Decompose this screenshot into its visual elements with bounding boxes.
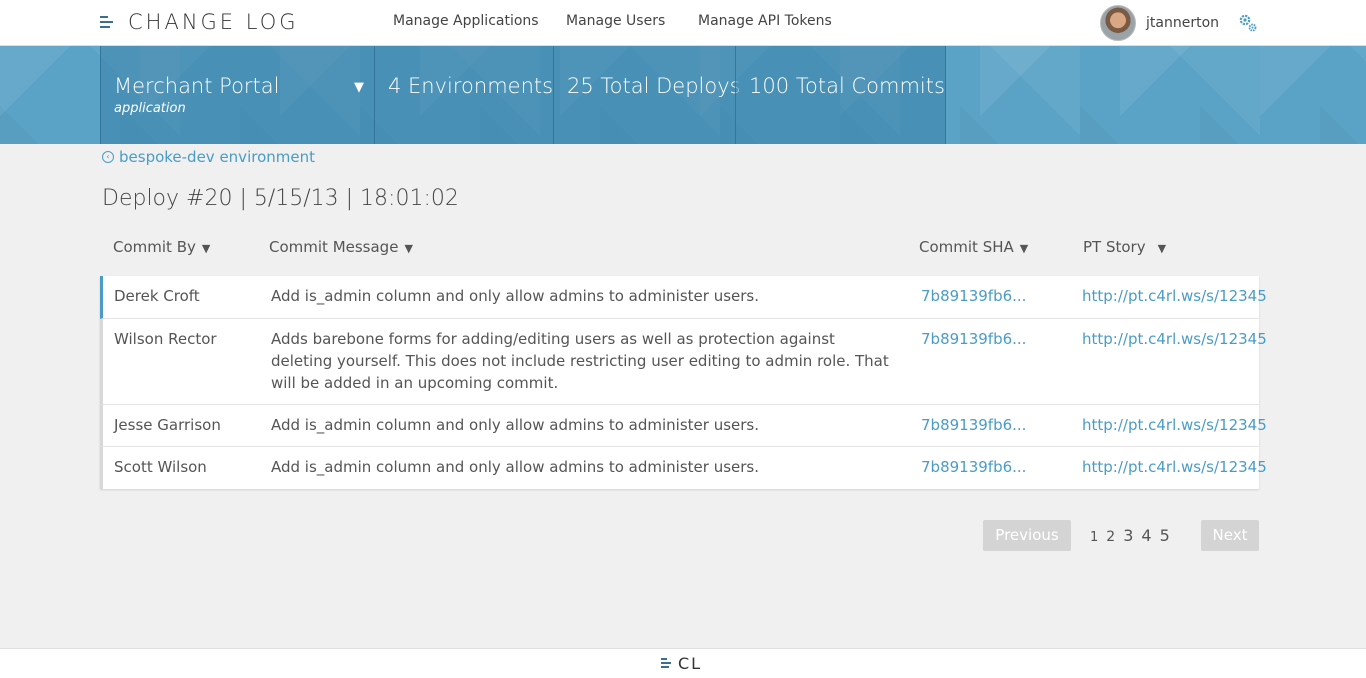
stat-commits[interactable]: 100 Total Commits xyxy=(735,46,946,144)
table-row[interactable]: Derek Croft Add is_admin column and only… xyxy=(100,276,1267,319)
dropdown-caret-icon: ▼ xyxy=(354,80,364,95)
header-commit-sha-label: Commit SHA xyxy=(919,238,1014,256)
nav-manage-applications[interactable]: Manage Applications xyxy=(393,13,539,29)
sort-caret-icon: ▼ xyxy=(1019,242,1029,255)
commits-count: 100 Total Commits xyxy=(749,74,945,98)
stat-deploys[interactable]: 25 Total Deploys xyxy=(553,46,741,144)
commit-sha-link[interactable]: 7b89139fb6... xyxy=(921,328,1026,350)
pt-story-link[interactable]: http://pt.c4rl.ws/s/12345 xyxy=(1082,328,1267,350)
page-link-1[interactable]: 1 xyxy=(1090,530,1098,545)
page-link-5[interactable]: 5 xyxy=(1160,526,1170,545)
commit-message: Add is_admin column and only allow admin… xyxy=(271,287,760,305)
pt-story-link[interactable]: http://pt.c4rl.ws/s/12345 xyxy=(1082,414,1267,436)
pagination-pages: 1 2 3 4 5 xyxy=(1090,526,1178,545)
commit-author: Jesse Garrison xyxy=(114,416,221,434)
stat-environments[interactable]: 4 Environments xyxy=(374,46,553,144)
header-commit-sha[interactable]: Commit SHA ▼ xyxy=(919,238,1028,256)
next-page-button[interactable]: Next xyxy=(1201,520,1259,551)
footer-logo-text: CL xyxy=(678,654,703,673)
changelog-logo-icon xyxy=(100,15,116,29)
top-navbar: CHANGE LOG Manage Applications Manage Us… xyxy=(0,0,1366,46)
commit-message: Adds barebone forms for adding/editing u… xyxy=(271,330,889,392)
application-name: Merchant Portal xyxy=(114,74,280,98)
footer: CL xyxy=(0,648,1366,678)
back-link-label: bespoke-dev environment xyxy=(119,148,315,166)
page-title: Deploy #20 | 5/15/13 | 18:01:02 xyxy=(102,186,459,211)
page-link-4[interactable]: 4 xyxy=(1141,526,1151,545)
header-commit-by[interactable]: Commit By ▼ xyxy=(113,238,210,256)
pt-story-link[interactable]: http://pt.c4rl.ws/s/12345 xyxy=(1082,285,1267,307)
table-row[interactable]: Scott Wilson Add is_admin column and onl… xyxy=(100,447,1267,489)
previous-page-button[interactable]: Previous xyxy=(983,520,1071,551)
header-commit-message[interactable]: Commit Message ▼ xyxy=(269,238,413,256)
back-arrow-icon: ‹ xyxy=(102,151,114,163)
nav-manage-users[interactable]: Manage Users xyxy=(566,13,665,29)
sort-caret-icon: ▼ xyxy=(201,242,211,255)
header-pt-story-label: PT Story xyxy=(1083,238,1146,256)
commit-author: Derek Croft xyxy=(114,287,200,305)
application-selector[interactable]: Merchant Portal application ▼ xyxy=(100,46,374,144)
table-row[interactable]: Wilson Rector Adds barebone forms for ad… xyxy=(100,319,1267,405)
nav-manage-api-tokens[interactable]: Manage API Tokens xyxy=(698,13,832,29)
page-link-3[interactable]: 3 xyxy=(1123,526,1133,545)
page-link-2[interactable]: 2 xyxy=(1106,529,1115,545)
header-pt-story[interactable]: PT Story ▼ xyxy=(1083,238,1166,256)
changelog-logo-icon xyxy=(661,658,673,669)
header-commit-message-label: Commit Message xyxy=(269,238,399,256)
sort-caret-icon: ▼ xyxy=(404,242,413,255)
gear-icon[interactable] xyxy=(1237,12,1259,34)
pt-story-link[interactable]: http://pt.c4rl.ws/s/12345 xyxy=(1082,456,1267,478)
commit-author: Scott Wilson xyxy=(114,458,207,476)
commit-message: Add is_admin column and only allow admin… xyxy=(271,416,760,434)
environments-count: 4 Environments xyxy=(388,74,554,98)
commit-sha-link[interactable]: 7b89139fb6... xyxy=(921,414,1026,436)
user-menu[interactable]: jtannerton xyxy=(1100,4,1219,42)
commit-author: Wilson Rector xyxy=(114,330,217,348)
commit-sha-link[interactable]: 7b89139fb6... xyxy=(921,456,1026,478)
commits-table: Derek Croft Add is_admin column and only… xyxy=(100,276,1267,489)
application-subtitle: application xyxy=(114,101,186,116)
deploys-count: 25 Total Deploys xyxy=(567,74,741,98)
sort-caret-icon: ▼ xyxy=(1157,242,1167,255)
footer-logo: CL xyxy=(661,654,702,673)
header-commit-by-label: Commit By xyxy=(113,238,196,256)
app-logo[interactable]: CHANGE LOG xyxy=(100,9,299,35)
user-avatar[interactable] xyxy=(1100,5,1136,41)
commit-message: Add is_admin column and only allow admin… xyxy=(271,458,760,476)
username[interactable]: jtannerton xyxy=(1146,15,1219,31)
commit-sha-link[interactable]: 7b89139fb6... xyxy=(921,285,1026,307)
table-row[interactable]: Jesse Garrison Add is_admin column and o… xyxy=(100,405,1267,447)
logo-text: CHANGE LOG xyxy=(128,10,299,34)
back-to-environment-link[interactable]: ‹ bespoke-dev environment xyxy=(102,148,315,166)
